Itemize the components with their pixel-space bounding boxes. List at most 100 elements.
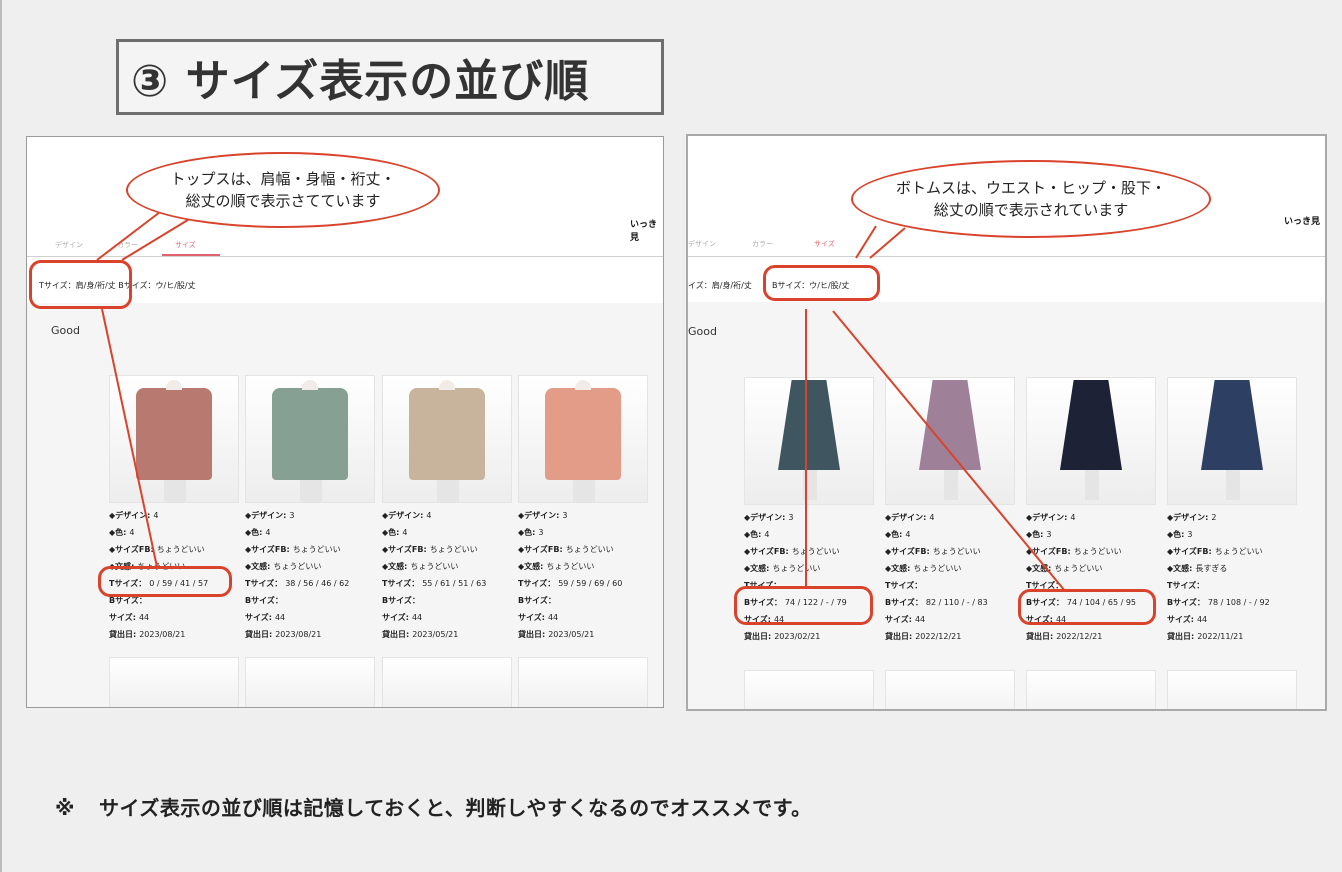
- card-row-color: ◆色: 4: [885, 526, 1015, 543]
- card-row-size: サイズ: 44: [518, 609, 648, 626]
- card-label-design: ◆デザイン:: [885, 513, 927, 522]
- card-row-texture: ◆文感: 長すぎる: [1167, 560, 1297, 577]
- product-card[interactable]: ◆デザイン: 3 ◆色: 4 ◆サイズFB: ちょうどいい ◆文感: ちょうどいい Tサイズ： 3…: [245, 375, 375, 643]
- card-label-sizefb: ◆サイズFB:: [885, 547, 930, 556]
- card-row-color: ◆色: 4: [245, 524, 375, 541]
- card-row-date: 貸出日: 2023/02/21: [744, 628, 874, 645]
- card-value-color: 4: [402, 528, 408, 537]
- card-value-size: 44: [411, 613, 423, 622]
- card-value-texture: ちょうどいい: [273, 562, 322, 571]
- product-image[interactable]: [1167, 377, 1297, 505]
- card-row-bsize: Bサイズ： 78 / 108 / - / 92: [1167, 594, 1297, 611]
- card-row-color: ◆色: 3: [1167, 526, 1297, 543]
- card-value-color: 3: [1046, 530, 1052, 539]
- ikkimi-link[interactable]: いっき見: [630, 217, 663, 243]
- card-row-size: サイズ: 44: [885, 611, 1015, 628]
- product-card[interactable]: ◆デザイン: 4 ◆色: 4 ◆サイズFB: ちょうどいい ◆文感: ちょうどいい Tサイズ： 0…: [109, 375, 239, 643]
- product-image-row2[interactable]: [518, 657, 648, 707]
- product-image-row2[interactable]: [744, 670, 874, 709]
- card-row-size: サイズ: 44: [245, 609, 375, 626]
- size-order-legend-tops: イズ：肩/身/裄/丈: [688, 281, 752, 290]
- card-row-bsize: Bサイズ：: [245, 592, 375, 609]
- card-value-size: 44: [547, 613, 559, 622]
- card-label-texture: ◆文感:: [744, 564, 770, 573]
- highlight-bsize-value-2: [1018, 589, 1156, 625]
- card-label-size: サイズ:: [109, 613, 136, 622]
- card-value-date: 2022/12/21: [915, 632, 962, 641]
- product-image[interactable]: [518, 375, 648, 503]
- tab-color[interactable]: カラー: [117, 240, 138, 250]
- card-value-date: 2023/05/21: [548, 630, 595, 639]
- highlight-bsize-value-1: [734, 586, 873, 625]
- product-image-row2[interactable]: [1026, 670, 1156, 709]
- product-image[interactable]: [885, 377, 1015, 505]
- product-image[interactable]: [744, 377, 874, 505]
- card-row-bsize: Bサイズ： 82 / 110 / - / 83: [885, 594, 1015, 611]
- product-image[interactable]: [1026, 377, 1156, 505]
- card-label-size: サイズ:: [885, 615, 912, 624]
- card-label-color: ◆色:: [744, 530, 762, 539]
- card-value-tsize: 55 / 61 / 51 / 63: [422, 579, 487, 588]
- callout-line2: 総丈の順で表示さてています: [185, 192, 381, 210]
- card-row-date: 貸出日: 2022/12/21: [885, 628, 1015, 645]
- product-image[interactable]: [245, 375, 375, 503]
- card-label-sizefb: ◆サイズFB:: [1167, 547, 1212, 556]
- card-label-design: ◆デザイン:: [245, 511, 287, 520]
- product-image[interactable]: [109, 375, 239, 503]
- product-card[interactable]: ◆デザイン: 2 ◆色: 3 ◆サイズFB: ちょうどいい ◆文感: 長すぎる Tサイズ： Bサイ…: [1167, 377, 1297, 645]
- card-value-texture: ちょうどいい: [410, 562, 459, 571]
- card-label-date: 貸出日:: [382, 630, 410, 639]
- ikkimi-link[interactable]: いっき見: [1284, 214, 1320, 227]
- card-label-sizefb: ◆サイズFB:: [109, 545, 154, 554]
- card-label-date: 貸出日:: [744, 632, 772, 641]
- card-row-tsize: Tサイズ：: [885, 577, 1015, 594]
- highlight-tsize-value: [98, 566, 232, 597]
- card-row-tsize: Tサイズ：: [1167, 577, 1297, 594]
- section-heading: Good: [688, 325, 717, 338]
- card-value-bsize: 78 / 108 / - / 92: [1207, 598, 1270, 607]
- card-value-sizefb: ちょうどいい: [565, 545, 614, 554]
- card-row-date: 貸出日: 2022/12/21: [1026, 628, 1156, 645]
- product-image-row2[interactable]: [245, 657, 375, 707]
- card-label-bsize: Bサイズ：: [518, 596, 556, 605]
- card-row-texture: ◆文感: ちょうどいい: [245, 558, 375, 575]
- card-label-tsize: Tサイズ：: [885, 581, 923, 590]
- card-value-size: 44: [1196, 615, 1208, 624]
- card-label-sizefb: ◆サイズFB:: [382, 545, 427, 554]
- card-row-texture: ◆文感: ちょうどいい: [382, 558, 512, 575]
- card-label-date: 貸出日:: [1167, 632, 1195, 641]
- tab-size[interactable]: サイズ: [814, 239, 835, 249]
- callout-line2: 総丈の順で表示されています: [933, 201, 1129, 219]
- product-image-row2[interactable]: [382, 657, 512, 707]
- card-row-sizefb: ◆サイズFB: ちょうどいい: [245, 541, 375, 558]
- product-card[interactable]: ◆デザイン: 4 ◆色: 4 ◆サイズFB: ちょうどいい ◆文感: ちょうどいい Tサイズ： B…: [885, 377, 1015, 645]
- card-row-date: 貸出日: 2023/08/21: [245, 626, 375, 643]
- tab-color[interactable]: カラー: [752, 239, 773, 249]
- tab-size[interactable]: サイズ: [175, 240, 196, 250]
- card-label-size: サイズ:: [1167, 615, 1194, 624]
- card-label-texture: ◆文感:: [382, 562, 408, 571]
- product-card[interactable]: ◆デザイン: 3 ◆色: 3 ◆サイズFB: ちょうどいい ◆文感: ちょうどいい Tサイズ： 5…: [518, 375, 648, 643]
- card-label-bsize: Bサイズ：: [1167, 598, 1205, 607]
- product-image-row2[interactable]: [1167, 670, 1297, 709]
- card-label-tsize: Tサイズ：: [245, 579, 283, 588]
- card-label-color: ◆色:: [518, 528, 536, 537]
- tab-design[interactable]: デザイン: [55, 240, 83, 250]
- product-image-row2[interactable]: [885, 670, 1015, 709]
- product-card[interactable]: ◆デザイン: 4 ◆色: 4 ◆サイズFB: ちょうどいい ◆文感: ちょうどいい Tサイズ： 5…: [382, 375, 512, 643]
- card-row-design: ◆デザイン: 3: [744, 509, 874, 526]
- product-image-row2[interactable]: [109, 657, 239, 707]
- card-label-texture: ◆文感:: [1167, 564, 1193, 573]
- card-label-tsize: Tサイズ：: [1167, 581, 1205, 590]
- card-value-texture: ちょうどいい: [546, 562, 595, 571]
- note-text: サイズ表示の並び順は記憶しておくと、判断しやすくなるのでオススメです。: [98, 796, 812, 820]
- card-label-bsize: Bサイズ：: [245, 596, 283, 605]
- card-value-texture: ちょうどいい: [913, 564, 962, 573]
- card-row-tsize: Tサイズ： 38 / 56 / 46 / 62: [245, 575, 375, 592]
- product-image[interactable]: [382, 375, 512, 503]
- card-value-texture: 長すぎる: [1195, 564, 1228, 573]
- card-label-bsize: Bサイズ：: [382, 596, 420, 605]
- card-row-color: ◆色: 3: [518, 524, 648, 541]
- tab-design[interactable]: デザイン: [688, 239, 716, 249]
- card-label-date: 貸出日:: [885, 632, 913, 641]
